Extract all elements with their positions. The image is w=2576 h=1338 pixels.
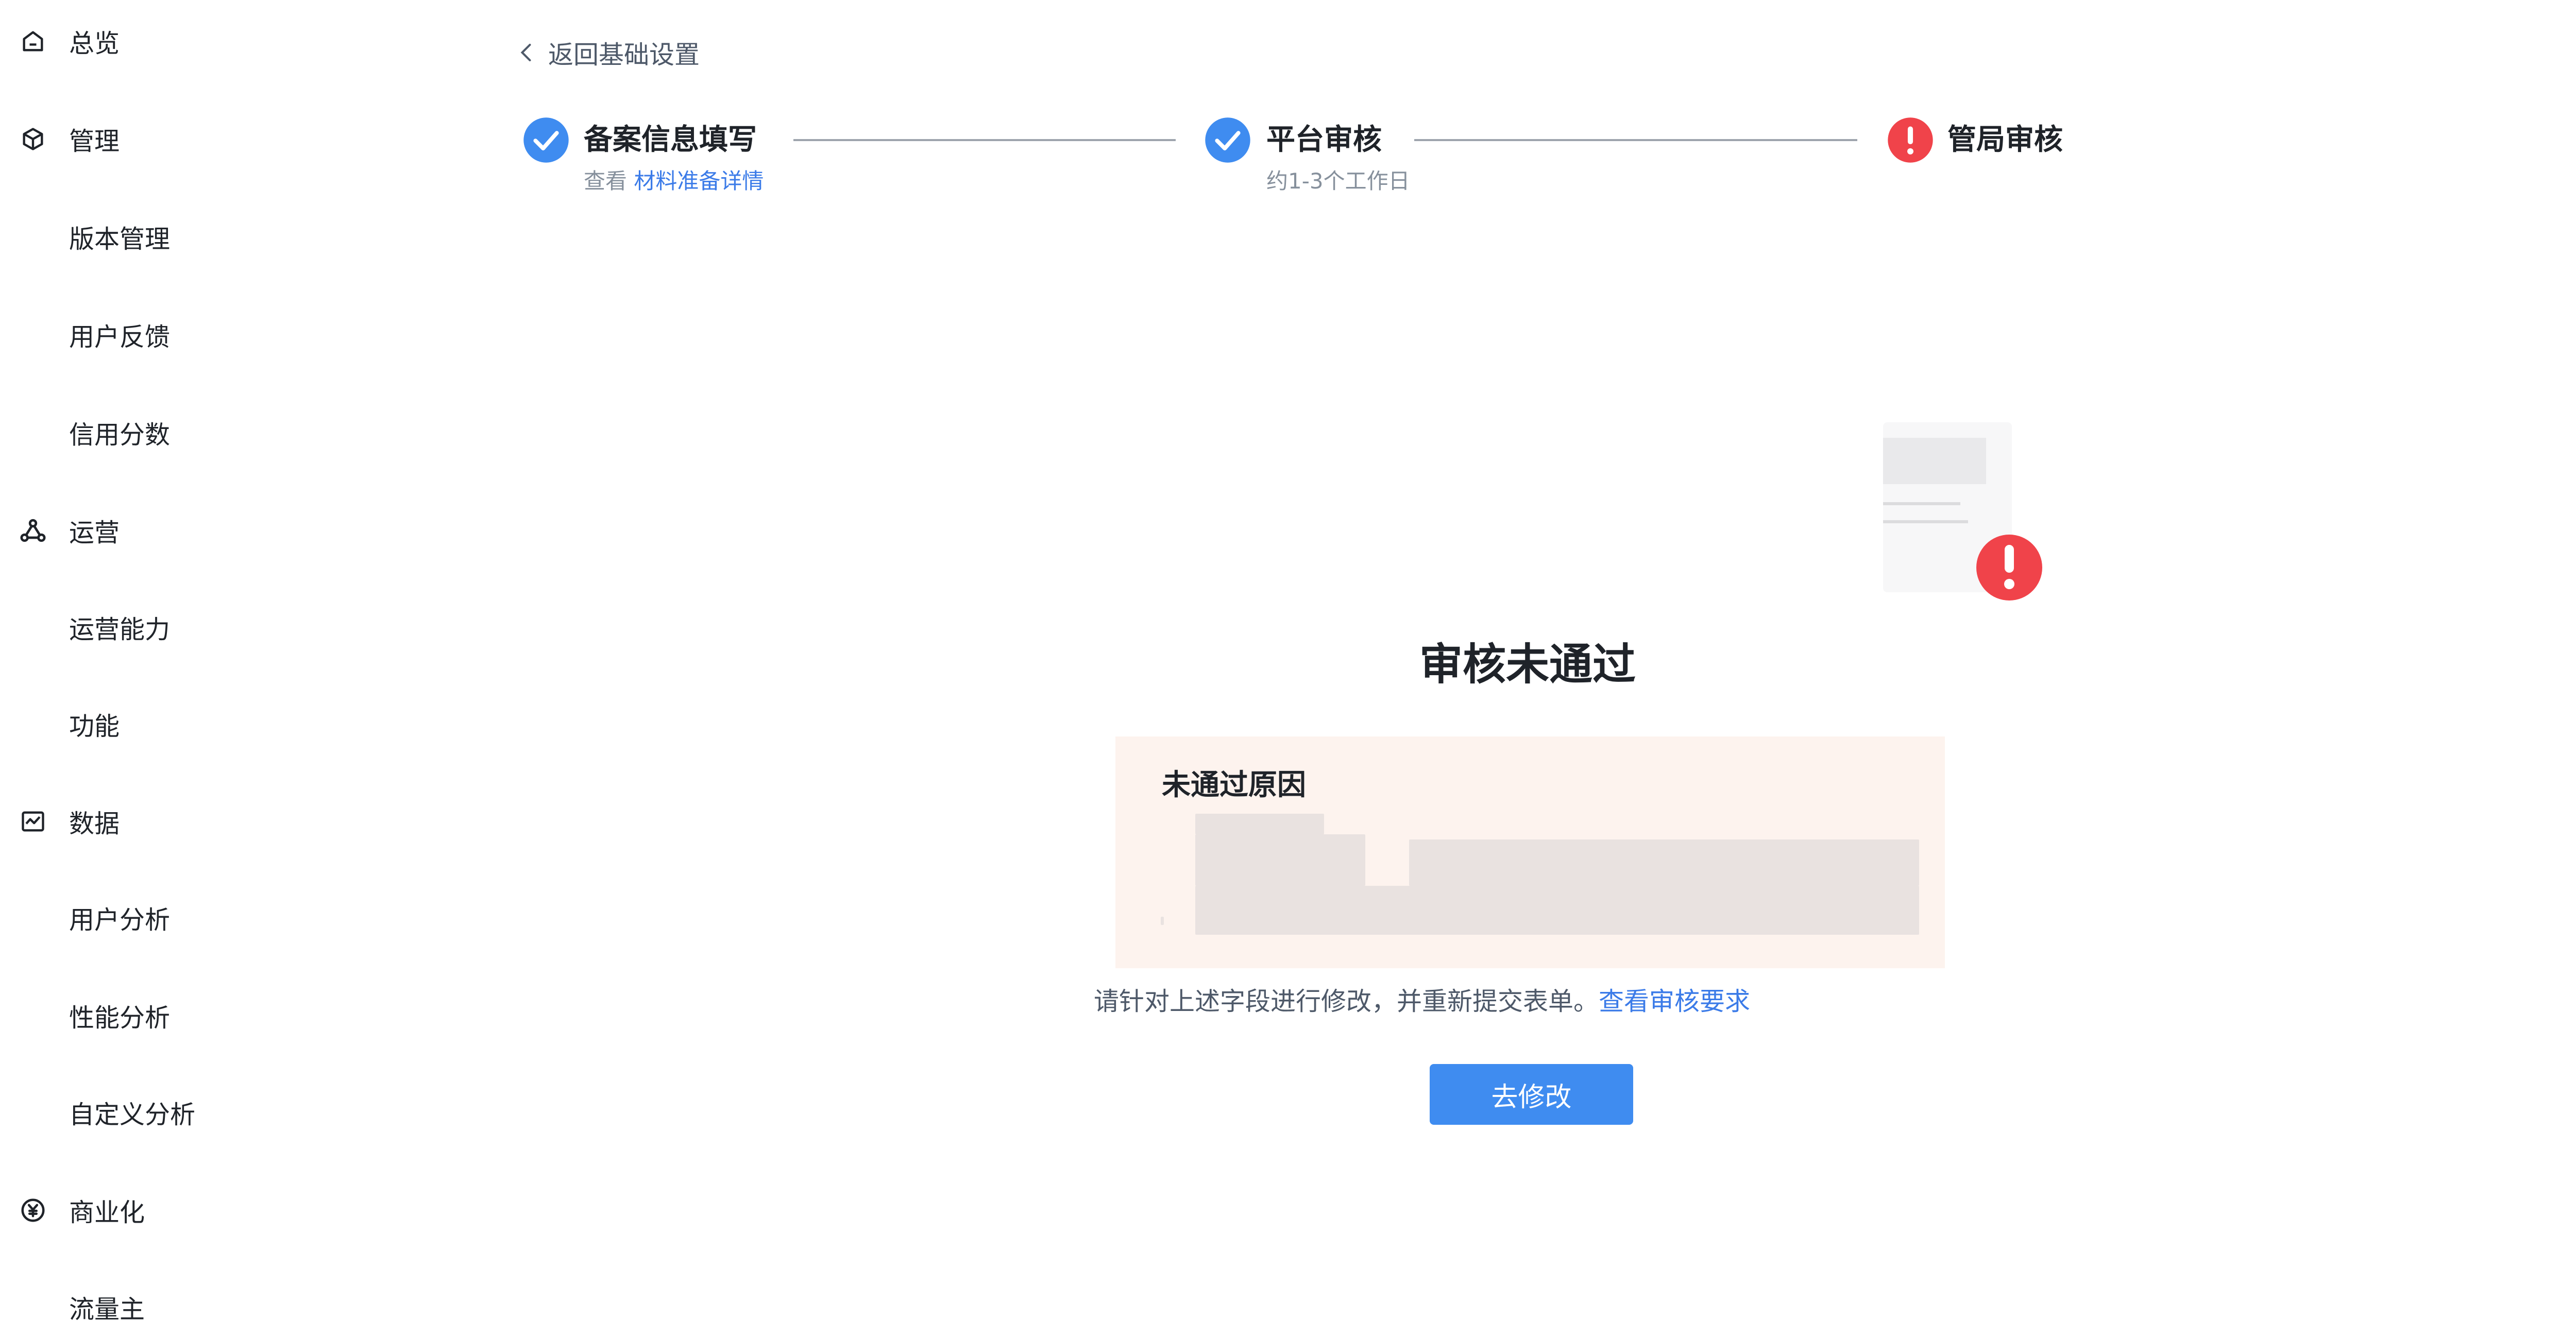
sidebar-item-label: 自定义分析 (69, 1100, 196, 1129)
sidebar-item-label: 版本管理 (69, 224, 171, 254)
sidebar-item-label: 用户反馈 (69, 322, 171, 352)
step-done-check-icon (1205, 117, 1250, 163)
result-title: 审核未通过 (1419, 639, 1636, 690)
home-icon (18, 26, 48, 57)
sidebar-item-features[interactable]: 功能 (0, 693, 407, 755)
back-link[interactable]: 返回基础设置 (519, 32, 700, 73)
sidebar-item-label: 管理 (69, 126, 120, 156)
sidebar-item-custom-analysis[interactable]: 自定义分析 (0, 1082, 407, 1143)
sidebar-item-operation-capability[interactable]: 运营能力 (0, 596, 407, 658)
sidebar-item-operation[interactable]: 运营 (0, 500, 407, 561)
sidebar-item-label: 流量主 (69, 1294, 145, 1324)
sidebar-item-user-analysis[interactable]: 用户分析 (0, 887, 407, 949)
sidebar-item-overview[interactable]: 总览 (0, 10, 407, 72)
review-requirements-link[interactable]: 查看审核要求 (1599, 987, 1750, 1016)
sidebar-item-label: 运营能力 (69, 614, 171, 644)
sidebar: 总览 管理 版本管理 用户反馈 信用分数 运营 运营能力 功能 数据 用户分析 … (0, 0, 407, 1325)
reason-title: 未通过原因 (1162, 768, 1306, 802)
step-error-icon (1888, 117, 1933, 163)
go-modify-button[interactable]: 去修改 (1430, 1064, 1633, 1125)
sidebar-item-label: 性能分析 (69, 1003, 171, 1033)
material-details-link[interactable]: 材料准备详情 (634, 168, 764, 194)
step-connector (793, 139, 1176, 141)
sidebar-item-monetization[interactable]: 商业化 (0, 1179, 407, 1241)
cube-icon (18, 124, 48, 155)
sidebar-item-version-management[interactable]: 版本管理 (0, 206, 407, 268)
yuan-icon (18, 1195, 48, 1226)
rejection-reason-card: 未通过原因 (1115, 736, 1945, 968)
main-content: 返回基础设置 备案信息填写 查看 材料准备详情 平台审核 约1-3个工作日 管局… (407, 0, 2576, 1325)
operation-icon (18, 515, 48, 546)
sidebar-item-label: 功能 (69, 711, 120, 741)
sidebar-item-management[interactable]: 管理 (0, 108, 407, 170)
sidebar-item-label: 商业化 (69, 1197, 145, 1227)
chart-icon (18, 806, 48, 837)
sidebar-item-label: 数据 (69, 809, 120, 838)
sidebar-item-traffic-owner[interactable]: 流量主 (0, 1276, 407, 1338)
sidebar-item-user-feedback[interactable]: 用户反馈 (0, 304, 407, 366)
sidebar-item-label: 总览 (69, 28, 120, 58)
step-1-subtitle-prefix: 查看 (584, 168, 634, 194)
step-1-subtitle: 查看 材料准备详情 (584, 166, 764, 197)
hint-text: 请针对上述字段进行修改，并重新提交表单。 (1093, 987, 1599, 1016)
sidebar-item-data[interactable]: 数据 (0, 791, 407, 852)
resubmit-hint: 请针对上述字段进行修改，并重新提交表单。查看审核要求 (922, 981, 1922, 1022)
sidebar-item-label: 运营 (69, 518, 120, 547)
step-connector (1414, 139, 1857, 141)
step-done-check-icon (523, 117, 569, 163)
sidebar-item-label: 信用分数 (69, 420, 171, 450)
step-1-title: 备案信息填写 (584, 123, 757, 157)
sidebar-item-credit-score[interactable]: 信用分数 (0, 402, 407, 464)
sidebar-item-label: 用户分析 (69, 905, 171, 935)
step-3-title: 管局审核 (1947, 123, 2063, 157)
chevron-left-icon (520, 44, 531, 61)
step-2-title: 平台审核 (1266, 123, 1382, 157)
step-2-subtitle: 约1-3个工作日 (1266, 168, 1410, 194)
back-link-label: 返回基础设置 (548, 40, 700, 70)
sidebar-item-performance-analysis[interactable]: 性能分析 (0, 985, 407, 1047)
document-error-illustration (1883, 422, 2042, 601)
